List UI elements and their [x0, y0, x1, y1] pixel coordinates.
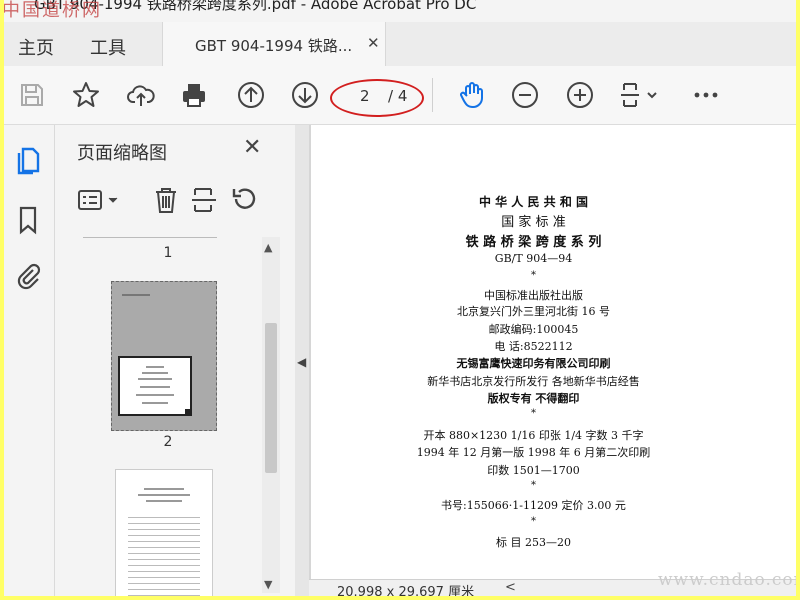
- doc-distribution: 新华书店北京发行所发行 各地新华书店经售: [427, 375, 640, 388]
- toolbar-divider: [432, 78, 433, 112]
- close-panel-button[interactable]: ✕: [243, 135, 261, 160]
- scroll-down-arrow[interactable]: ▼: [264, 578, 272, 591]
- doc-postcode: 邮政编码:100045: [488, 323, 579, 336]
- doc-separator-2: *: [531, 408, 536, 419]
- tab-tools[interactable]: 工具: [90, 34, 126, 60]
- doc-catalog: 标 目 253—20: [496, 536, 571, 549]
- acrobat-window: GBT 904-1994 铁路桥梁跨度系列.pdf - Adobe Acroba…: [4, 0, 796, 596]
- doc-country: 中 华 人 民 共 和 国: [478, 195, 589, 209]
- doc-publisher: 中国标准出版社出版: [484, 289, 583, 302]
- scroll-left-button[interactable]: <: [505, 580, 516, 595]
- page-number-field[interactable]: 2 / 4: [338, 83, 416, 109]
- thumbnail-label-1: 1: [163, 245, 173, 261]
- print-icon[interactable]: [178, 79, 210, 111]
- thumbnail-panel: 页面缩略图 ✕ 1 2 ▲ ▼: [55, 125, 296, 596]
- doc-title: 铁 路 桥 梁 跨 度 系 列: [465, 235, 602, 250]
- doc-print-run: 印数 1501—1700: [487, 464, 580, 477]
- doc-printer: 无锡富鹰快速印务有限公司印刷: [456, 357, 611, 370]
- close-tab-button[interactable]: ✕: [367, 34, 380, 52]
- upload-cloud-icon[interactable]: [125, 79, 157, 111]
- tab-document[interactable]: GBT 904-1994 铁路... ✕: [162, 22, 386, 66]
- page-down-icon[interactable]: [289, 79, 321, 111]
- doc-isbn-price: 书号:155066·1-11209 定价 3.00 元: [441, 499, 626, 512]
- title-bar: GBT 904-1994 铁路桥梁跨度系列.pdf - Adobe Acroba…: [4, 0, 796, 22]
- tab-bar: 主页 工具 GBT 904-1994 铁路... ✕: [4, 22, 796, 67]
- zoom-in-icon[interactable]: [564, 79, 596, 111]
- thumbnail-page-2[interactable]: [111, 281, 217, 431]
- doc-standard-type: 国 家 标 准: [501, 215, 566, 230]
- doc-copyright: 版权专有 不得翻印: [487, 392, 580, 405]
- collapse-panel-button[interactable]: ◀: [297, 355, 306, 369]
- doc-address: 北京复兴门外三里河北街 16 号: [457, 305, 610, 318]
- panel-title: 页面缩略图: [77, 143, 167, 164]
- doc-separator-4: *: [531, 516, 536, 527]
- doc-edition: 1994 年 12 月第一版 1998 年 6 月第二次印刷: [416, 446, 651, 459]
- thumbnail-scroll-thumb[interactable]: [265, 323, 277, 473]
- doc-code: GB/T 904—94: [494, 252, 573, 265]
- zoom-out-icon[interactable]: [509, 79, 541, 111]
- fit-page-icon[interactable]: [618, 79, 662, 111]
- thumbnail-list: 1 2: [73, 233, 263, 596]
- rotate-page-icon[interactable]: [229, 185, 259, 215]
- doc-separator-3: *: [531, 480, 536, 491]
- document-tab-label: GBT 904-1994 铁路...: [195, 37, 353, 55]
- bookmarks-icon[interactable]: [14, 205, 42, 235]
- watermark-bottom: www.cndao.com: [658, 570, 796, 590]
- doc-separator: *: [531, 270, 536, 281]
- document-view[interactable]: 中 华 人 民 共 和 国 国 家 标 准 铁 路 桥 梁 跨 度 系 列 GB…: [309, 125, 796, 596]
- attachments-icon[interactable]: [14, 261, 42, 291]
- doc-phone: 电 话:8522112: [494, 340, 573, 353]
- scroll-up-arrow[interactable]: ▲: [264, 241, 272, 254]
- panel-collapse-strip: ◀: [295, 125, 309, 596]
- watermark-top: 中国道桥网: [4, 0, 102, 21]
- current-page-input[interactable]: 2: [360, 87, 370, 105]
- panel-toolbar: [55, 179, 295, 223]
- save-icon[interactable]: [16, 79, 48, 111]
- bookmark-star-icon[interactable]: [70, 79, 102, 111]
- doc-format: 开本 880×1230 1/16 印张 1/4 字数 3 千字: [423, 429, 644, 442]
- page-up-icon[interactable]: [235, 79, 267, 111]
- thumbnail-label-2: 2: [163, 434, 173, 450]
- main-toolbar: 2 / 4: [4, 66, 796, 125]
- page-thumbnails-icon[interactable]: [14, 145, 42, 175]
- page-total: / 4: [388, 87, 408, 105]
- tab-home[interactable]: 主页: [18, 34, 54, 60]
- page-dimensions: 20.998 x 29.697 厘米: [337, 585, 475, 596]
- thumbnail-options-icon[interactable]: [77, 185, 121, 215]
- hand-tool-icon[interactable]: [456, 79, 488, 111]
- insert-page-icon[interactable]: [189, 185, 219, 215]
- pdf-page-2: 中 华 人 民 共 和 国 国 家 标 准 铁 路 桥 梁 跨 度 系 列 GB…: [311, 125, 796, 579]
- more-icon[interactable]: [690, 79, 722, 111]
- delete-page-icon[interactable]: [151, 185, 181, 215]
- thumbnail-page-3[interactable]: [115, 469, 213, 596]
- left-navigation-rail: [4, 125, 55, 596]
